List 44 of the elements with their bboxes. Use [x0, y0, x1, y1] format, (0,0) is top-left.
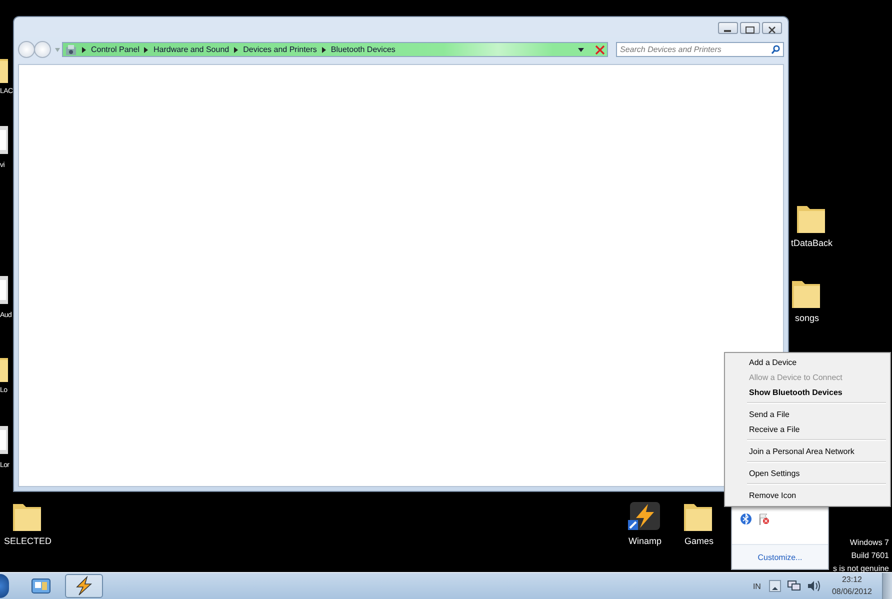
minimize-button[interactable]	[718, 22, 738, 34]
breadcrumb-item[interactable]: Devices and Printers	[243, 45, 317, 54]
menu-item[interactable]: Join a Personal Area Network	[727, 444, 888, 459]
chevron-icon[interactable]	[322, 46, 326, 52]
lightning-icon	[73, 576, 95, 596]
genuine-notice-text: Build 7601	[851, 550, 889, 562]
menu-item[interactable]: Show Bluetooth Devices	[727, 385, 888, 400]
close-button[interactable]	[762, 22, 782, 34]
network-icon[interactable]	[786, 580, 801, 592]
start-button[interactable]	[0, 574, 9, 598]
menu-item[interactable]: Remove Icon	[727, 488, 888, 503]
menu-item[interactable]: Add a Device	[727, 355, 888, 370]
address-bar[interactable]: Control Panel Hardware and Sound Devices and Printers Bluetooth Devices	[62, 42, 608, 57]
chevron-icon[interactable]	[82, 46, 86, 52]
search-field[interactable]: Search Devices and Printers	[616, 42, 784, 57]
chevron-icon[interactable]	[144, 46, 148, 52]
genuine-notice-text: s is not genuine	[832, 563, 889, 575]
speaker-icon[interactable]	[806, 580, 820, 592]
customize-link[interactable]: Customize...	[758, 552, 802, 562]
menu-item[interactable]: Send a File	[727, 407, 888, 422]
explorer-icon	[31, 577, 51, 595]
desktop-icon-label[interactable]: tDataBack	[791, 238, 833, 248]
desktop-icon-label[interactable]: Winamp	[628, 536, 662, 546]
breadcrumb-item[interactable]: Bluetooth Devices	[330, 45, 396, 54]
show-hidden-icons-button[interactable]	[768, 580, 781, 592]
control-panel-icon	[65, 44, 77, 56]
desktop-icon-label[interactable]: songs	[794, 313, 820, 323]
flag-icon[interactable]	[758, 513, 770, 525]
clock[interactable]: 23:12 08/06/2012	[832, 574, 872, 598]
breadcrumb-item[interactable]: Control Panel	[91, 45, 140, 54]
breadcrumb-item[interactable]: Hardware and Sound	[153, 45, 230, 54]
close-icon	[595, 44, 605, 54]
chevron-icon[interactable]	[234, 46, 238, 52]
search-icon	[771, 45, 780, 54]
menu-item[interactable]: Receive a File	[727, 422, 888, 437]
maximize-button[interactable]	[740, 22, 760, 34]
taskbar-button[interactable]	[65, 574, 103, 598]
dropdown-icon	[578, 48, 584, 52]
desktop-icon-label[interactable]: SELECTED	[4, 536, 52, 546]
bluetooth-icon[interactable]	[740, 513, 752, 525]
language-indicator[interactable]: IN	[752, 582, 761, 590]
menu-item[interactable]: Open Settings	[727, 466, 888, 481]
desktop-icon-label[interactable]: Games	[684, 536, 714, 546]
genuine-notice-text: Windows 7	[850, 537, 889, 549]
